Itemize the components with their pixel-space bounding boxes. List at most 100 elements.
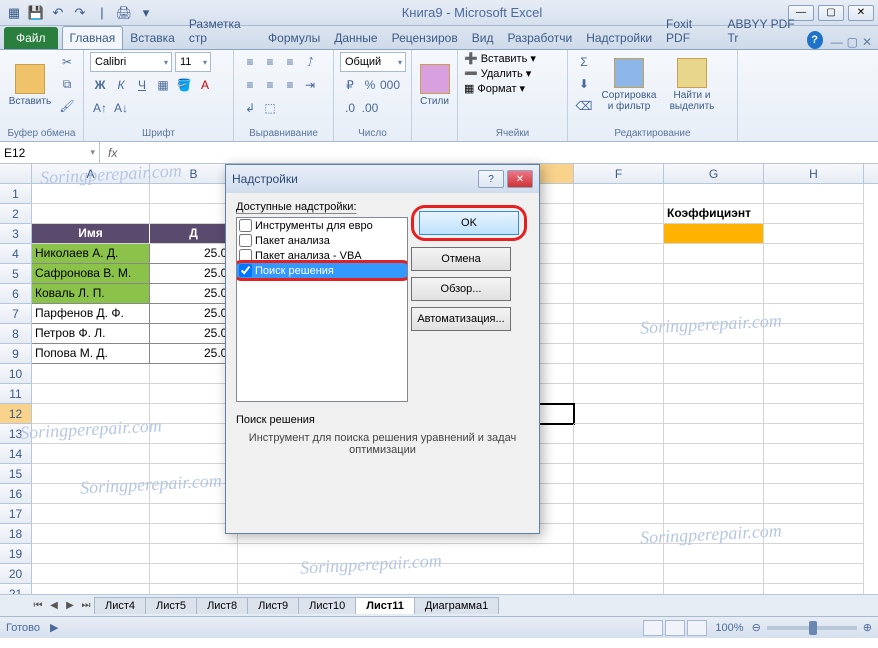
cell[interactable] xyxy=(238,544,574,564)
cell[interactable] xyxy=(764,444,864,464)
sheet-tab[interactable]: Лист11 xyxy=(355,597,415,614)
bold-icon[interactable]: Ж xyxy=(90,75,110,95)
inc-decimal-icon[interactable]: .0 xyxy=(340,98,360,118)
dialog-close-button[interactable]: ✕ xyxy=(507,170,533,188)
fill-color-icon[interactable]: 🪣 xyxy=(174,75,194,95)
addin-item[interactable]: Пакет анализа xyxy=(237,233,407,248)
sort-filter-button[interactable]: Сортировка и фильтр xyxy=(597,52,661,118)
format-cells-button[interactable]: ▦Формат ▾ xyxy=(464,82,525,95)
cell[interactable] xyxy=(764,324,864,344)
format-painter-icon[interactable]: 🖌 xyxy=(57,96,77,116)
styles-button[interactable]: Стили xyxy=(418,52,451,118)
select-all-button[interactable] xyxy=(0,164,32,183)
browse-button[interactable]: Обзор... xyxy=(411,277,511,301)
addin-checkbox[interactable] xyxy=(239,264,252,277)
tab-home[interactable]: Главная xyxy=(62,26,124,49)
ok-button[interactable]: OK xyxy=(419,211,519,235)
cell[interactable] xyxy=(664,244,764,264)
currency-icon[interactable]: ₽ xyxy=(340,75,360,95)
addin-checkbox[interactable] xyxy=(239,249,252,262)
row-header[interactable]: 19 xyxy=(0,544,32,564)
copy-icon[interactable]: ⧉ xyxy=(57,74,77,94)
row-header[interactable]: 11 xyxy=(0,384,32,404)
cell[interactable] xyxy=(664,184,764,204)
align-top-icon[interactable]: ≡ xyxy=(240,52,260,72)
cell[interactable] xyxy=(574,304,664,324)
excel-icon[interactable]: ▦ xyxy=(4,3,24,23)
align-right-icon[interactable]: ≡ xyxy=(280,75,300,95)
row-header[interactable]: 12 xyxy=(0,404,32,424)
cell[interactable] xyxy=(664,404,764,424)
sheet-tab[interactable]: Диаграмма1 xyxy=(414,597,499,614)
tab-view[interactable]: Вид xyxy=(465,27,501,49)
close-button[interactable]: ✕ xyxy=(848,5,874,21)
cell[interactable] xyxy=(574,204,664,224)
cell[interactable]: Коэффициэнт xyxy=(664,204,764,224)
cell[interactable] xyxy=(764,564,864,584)
sheet-nav-prev[interactable]: ◀ xyxy=(46,598,62,614)
cancel-button[interactable]: Отмена xyxy=(411,247,511,271)
cell[interactable] xyxy=(32,484,150,504)
paste-button[interactable]: Вставить xyxy=(6,52,54,118)
cell[interactable] xyxy=(574,464,664,484)
find-select-button[interactable]: Найти и выделить xyxy=(664,52,720,118)
addins-listbox[interactable]: Инструменты для евроПакет анализаПакет а… xyxy=(236,217,408,402)
sheet-tab[interactable]: Лист9 xyxy=(247,597,299,614)
cell[interactable] xyxy=(764,524,864,544)
zoom-out-button[interactable]: ⊖ xyxy=(752,621,761,634)
row-header[interactable]: 4 xyxy=(0,244,32,264)
cell[interactable] xyxy=(664,264,764,284)
sheet-tab[interactable]: Лист8 xyxy=(196,597,248,614)
addin-item[interactable]: Пакет анализа - VBA xyxy=(237,248,407,263)
tab-addins[interactable]: Надстройки xyxy=(579,27,659,49)
autosum-icon[interactable]: Σ xyxy=(574,52,594,72)
cell[interactable] xyxy=(764,224,864,244)
cell[interactable] xyxy=(664,584,764,594)
underline-icon[interactable]: Ч xyxy=(132,75,152,95)
align-mid-icon[interactable]: ≡ xyxy=(260,52,280,72)
cell[interactable] xyxy=(574,384,664,404)
comma-icon[interactable]: 000 xyxy=(380,75,400,95)
cell[interactable] xyxy=(574,544,664,564)
cell[interactable] xyxy=(574,504,664,524)
cell[interactable] xyxy=(32,504,150,524)
zoom-in-button[interactable]: ⊕ xyxy=(863,621,872,634)
cell[interactable] xyxy=(574,564,664,584)
cell[interactable] xyxy=(764,424,864,444)
macro-icon[interactable]: ▶ xyxy=(50,621,58,634)
cell[interactable] xyxy=(574,484,664,504)
page-break-view-button[interactable] xyxy=(687,620,707,636)
restore-subwin-icon[interactable]: ▢ xyxy=(847,35,858,49)
cell[interactable] xyxy=(764,264,864,284)
cell[interactable] xyxy=(574,424,664,444)
row-header[interactable]: 20 xyxy=(0,564,32,584)
maximize-button[interactable]: ▢ xyxy=(818,5,844,21)
cell[interactable] xyxy=(764,464,864,484)
cell[interactable] xyxy=(32,544,150,564)
cell[interactable] xyxy=(574,364,664,384)
cell[interactable] xyxy=(574,184,664,204)
zoom-level[interactable]: 100% xyxy=(715,622,743,634)
cut-icon[interactable]: ✂ xyxy=(57,52,77,72)
addin-item[interactable]: Инструменты для евро xyxy=(237,218,407,233)
sheet-nav-first[interactable]: ⏮ xyxy=(30,598,46,614)
grow-font-icon[interactable]: A↑ xyxy=(90,98,110,118)
cell[interactable] xyxy=(764,404,864,424)
page-layout-view-button[interactable] xyxy=(665,620,685,636)
row-header[interactable]: 10 xyxy=(0,364,32,384)
shrink-font-icon[interactable]: A↓ xyxy=(111,98,131,118)
cell[interactable] xyxy=(664,464,764,484)
cell[interactable] xyxy=(764,344,864,364)
cell[interactable] xyxy=(32,564,150,584)
sheet-tab[interactable]: Лист10 xyxy=(298,597,356,614)
cell[interactable] xyxy=(32,444,150,464)
number-format-combo[interactable]: Общий xyxy=(340,52,406,72)
cell[interactable]: Сафронова В. М. xyxy=(32,264,150,284)
col-header-f[interactable]: F xyxy=(574,164,664,183)
col-header-g[interactable]: G xyxy=(664,164,764,183)
zoom-slider[interactable] xyxy=(767,626,857,630)
indent-icon[interactable]: ⇥ xyxy=(300,75,320,95)
cell[interactable] xyxy=(664,524,764,544)
cell[interactable] xyxy=(574,584,664,594)
cell[interactable] xyxy=(764,504,864,524)
